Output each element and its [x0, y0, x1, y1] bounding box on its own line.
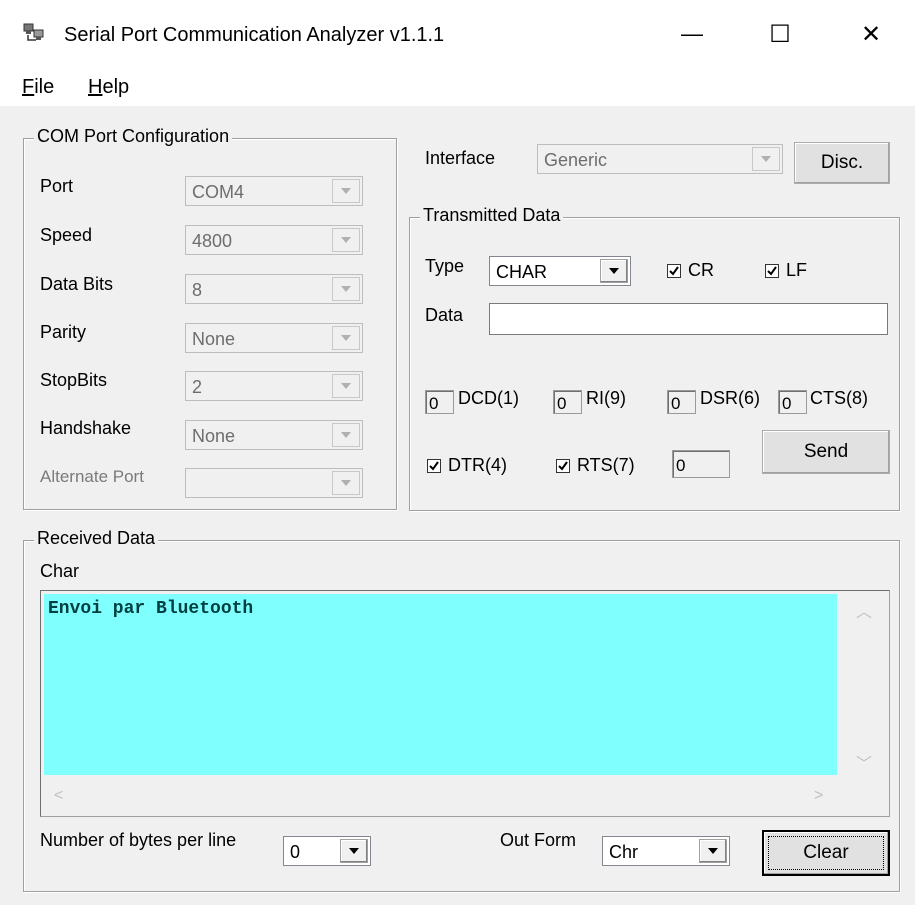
transmit-data-input[interactable]: [489, 303, 888, 335]
horizontal-scrollbar[interactable]: < >: [42, 779, 840, 815]
scroll-down-icon[interactable]: ﹀: [856, 750, 872, 774]
data-label: Data: [425, 305, 464, 325]
alternate-port-label: Alternate Port: [40, 467, 144, 486]
checkmark-icon: [429, 460, 439, 471]
chevron-down-icon: [341, 237, 351, 243]
scroll-right-icon[interactable]: >: [814, 787, 823, 805]
interface-select[interactable]: Generic: [537, 144, 783, 174]
menu-help[interactable]: Help: [88, 76, 129, 99]
scroll-up-icon[interactable]: ︿: [856, 598, 872, 622]
out-form-select[interactable]: Chr: [602, 836, 730, 866]
dsr-indicator: 0: [667, 390, 696, 414]
dtr-checkbox[interactable]: DTR(4): [427, 455, 507, 476]
close-button[interactable]: ✕: [836, 8, 906, 60]
ri-label: RI(9): [586, 388, 626, 408]
chevron-down-icon: [341, 188, 351, 194]
bytes-per-line-label: Number of bytes per line: [40, 830, 237, 850]
interface-label: Interface: [425, 148, 496, 168]
minimize-icon: —: [681, 21, 703, 46]
stopbits-label: StopBits: [40, 370, 108, 390]
stopbits-select[interactable]: 2: [185, 371, 363, 401]
parity-select[interactable]: None: [185, 323, 363, 353]
cts-indicator: 0: [778, 390, 807, 414]
alternate-port-select[interactable]: [185, 468, 363, 498]
minimize-button[interactable]: —: [657, 8, 727, 60]
chevron-down-icon: [349, 848, 359, 854]
com-port-configuration-legend: COM Port Configuration: [34, 126, 233, 147]
out-form-label: Out Form: [500, 830, 577, 850]
dcd-label: DCD(1): [458, 388, 519, 408]
port-label: Port: [40, 176, 74, 196]
maximize-icon: ☐: [769, 20, 791, 48]
received-data-text: Envoi par Bluetooth: [44, 594, 837, 775]
chevron-down-icon: [341, 286, 351, 292]
speed-label: Speed: [40, 225, 93, 245]
title-bar: Serial Port Communication Analyzer v1.1.…: [0, 0, 915, 64]
data-bits-select[interactable]: 8: [185, 274, 363, 304]
chevron-down-icon: [341, 383, 351, 389]
cr-checkbox[interactable]: CR: [667, 260, 714, 281]
type-select[interactable]: CHAR: [489, 256, 631, 286]
received-data-area[interactable]: Envoi par Bluetooth ︿ ﹀ < >: [40, 590, 890, 817]
parity-label: Parity: [40, 322, 87, 342]
handshake-select[interactable]: None: [185, 420, 363, 450]
chevron-down-icon: [341, 480, 351, 486]
chevron-down-icon: [761, 156, 771, 162]
handshake-label: Handshake: [40, 418, 132, 438]
lf-checkbox[interactable]: LF: [765, 260, 807, 281]
received-data-legend: Received Data: [34, 528, 159, 549]
send-button[interactable]: Send: [762, 430, 890, 474]
dsr-label: DSR(6): [700, 388, 761, 408]
transmitted-data-legend: Transmitted Data: [420, 205, 564, 226]
app-window: Serial Port Communication Analyzer v1.1.…: [0, 0, 915, 905]
menu-bar: File Help: [0, 64, 915, 106]
data-bits-label: Data Bits: [40, 274, 114, 294]
received-mode-label: Char: [40, 561, 80, 581]
type-label: Type: [425, 256, 465, 276]
cts-label: CTS(8): [810, 388, 868, 408]
vertical-scrollbar[interactable]: ︿ ﹀: [840, 592, 888, 776]
bytes-per-line-select[interactable]: 0: [283, 836, 371, 866]
chevron-down-icon: [708, 848, 718, 854]
maximize-button[interactable]: ☐: [745, 8, 815, 60]
window-title: Serial Port Communication Analyzer v1.1.…: [64, 24, 445, 46]
close-icon: ✕: [860, 20, 882, 48]
chevron-down-icon: [341, 432, 351, 438]
count-indicator: 0: [672, 450, 730, 478]
clear-button[interactable]: Clear: [762, 830, 890, 876]
ri-indicator: 0: [553, 390, 582, 414]
rts-checkbox[interactable]: RTS(7): [556, 455, 635, 476]
menu-file[interactable]: File: [22, 76, 54, 99]
checkmark-icon: [669, 265, 679, 276]
serial-port-app-icon: [23, 23, 44, 41]
scroll-left-icon[interactable]: <: [54, 787, 63, 805]
disconnect-button[interactable]: Disc.: [794, 142, 890, 184]
speed-select[interactable]: 4800: [185, 225, 363, 255]
dcd-indicator: 0: [425, 390, 454, 414]
checkmark-icon: [767, 265, 777, 276]
checkmark-icon: [558, 460, 568, 471]
port-select[interactable]: COM4: [185, 176, 363, 206]
chevron-down-icon: [609, 268, 619, 274]
chevron-down-icon: [341, 335, 351, 341]
